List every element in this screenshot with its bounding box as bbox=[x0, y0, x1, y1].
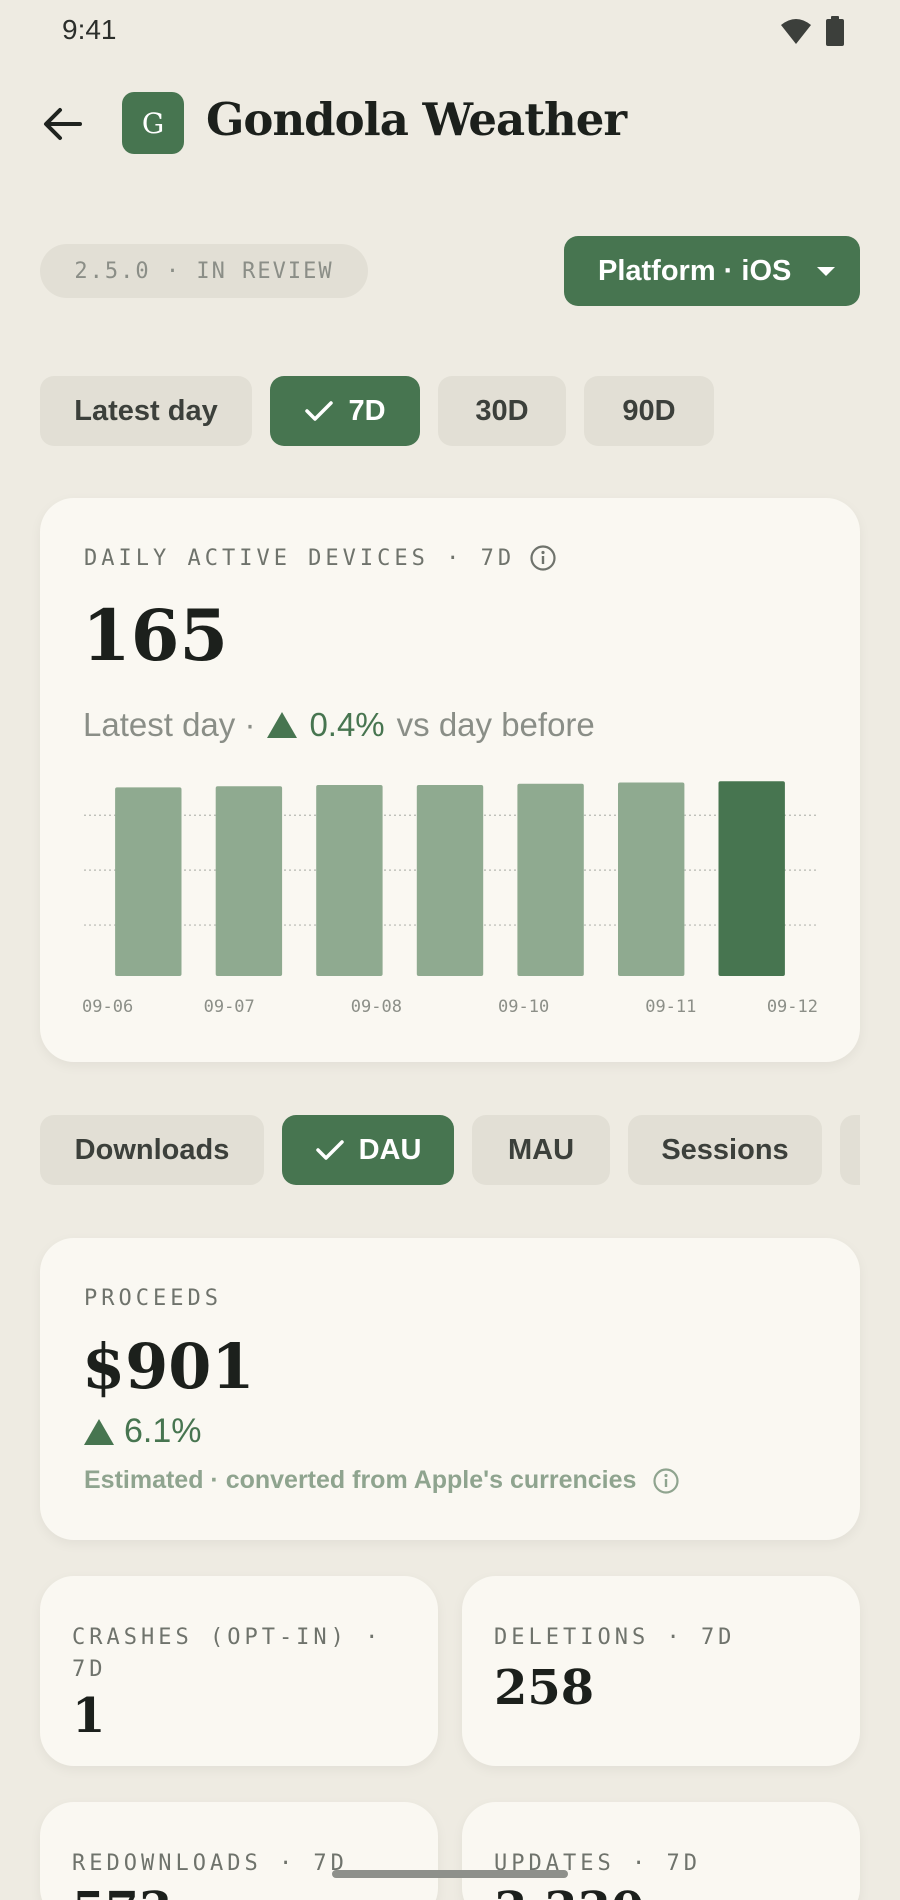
version-status-badge: 2.5.0 · IN REVIEW bbox=[40, 244, 368, 298]
check-icon bbox=[315, 1140, 344, 1160]
chart-bar-4[interactable] bbox=[517, 783, 584, 976]
metric-chip-mau[interactable]: MAU bbox=[472, 1115, 610, 1185]
metric-chip-more[interactable] bbox=[840, 1115, 860, 1185]
metric-chip-label: Downloads bbox=[74, 1133, 230, 1166]
card-overline: CRASHES (OPT-IN) · 7D bbox=[72, 1625, 383, 1682]
metric-chip-row[interactable]: Downloads DAU MAU Sessions bbox=[0, 1115, 860, 1185]
x-tick-label: 09-12 bbox=[767, 997, 818, 1017]
status-bar: 9:41 bbox=[0, 0, 900, 62]
crashes-value: 1 bbox=[72, 1688, 106, 1744]
check-icon bbox=[305, 401, 334, 421]
dau-delta: Latest day · 0.4% vs day before bbox=[83, 706, 595, 744]
proceeds-value: $901 bbox=[82, 1330, 255, 1403]
range-chip-30d[interactable]: 30D bbox=[438, 376, 566, 446]
x-tick-label: 09-06 bbox=[82, 997, 133, 1017]
range-chip-latest-day[interactable]: Latest day bbox=[40, 376, 252, 446]
battery-icon bbox=[826, 16, 844, 46]
range-chip-label: 30D bbox=[475, 394, 529, 427]
chart-bar-0[interactable] bbox=[115, 787, 182, 976]
delta-value: 0.4% bbox=[309, 706, 385, 743]
updates-value: 3,330 bbox=[494, 1882, 644, 1900]
dau-bar-chart: 09-06 09-07 09-08 09-10 09-11 09-12 bbox=[82, 781, 818, 1017]
updates-card: UPDATES · 7D 3,330 bbox=[462, 1802, 860, 1900]
app-header: G Gondola Weather bbox=[0, 88, 900, 158]
x-tick-label: 09-07 bbox=[204, 997, 255, 1017]
delta-prefix: Latest day · bbox=[83, 706, 256, 743]
redownloads-value: 573 bbox=[72, 1882, 172, 1900]
chart-bar-2[interactable] bbox=[316, 785, 383, 976]
redownloads-card: REDOWNLOADS · 7D 573 bbox=[40, 1802, 438, 1900]
app-title: Gondola Weather bbox=[206, 93, 627, 146]
range-chip-label: 7D bbox=[348, 394, 386, 427]
info-icon[interactable] bbox=[529, 544, 557, 572]
dau-value: 165 bbox=[82, 594, 229, 677]
x-tick-label: 09-08 bbox=[351, 997, 402, 1017]
x-tick-label: 09-10 bbox=[498, 997, 549, 1017]
metric-chip-sessions[interactable]: Sessions bbox=[628, 1115, 822, 1185]
home-indicator bbox=[332, 1870, 568, 1878]
x-tick-label: 09-11 bbox=[645, 997, 696, 1017]
metric-chip-downloads[interactable]: Downloads bbox=[40, 1115, 264, 1185]
dau-chart-card: DAILY ACTIVE DEVICES · 7D 165 Latest day… bbox=[40, 498, 860, 1062]
proceeds-note-text: Estimated · converted from Apple's curre… bbox=[84, 1466, 637, 1494]
status-time: 9:41 bbox=[62, 14, 117, 45]
card-overline: DELETIONS · 7D bbox=[494, 1625, 736, 1650]
metric-chip-label: DAU bbox=[358, 1133, 422, 1166]
card-overline-text: DAILY ACTIVE DEVICES · 7D bbox=[84, 545, 516, 571]
card-overline: PROCEEDS bbox=[84, 1286, 222, 1311]
chart-bar-5[interactable] bbox=[618, 782, 685, 977]
range-chip-7d[interactable]: 7D bbox=[270, 376, 420, 446]
range-chip-90d[interactable]: 90D bbox=[584, 376, 714, 446]
proceeds-note: Estimated · converted from Apple's curre… bbox=[84, 1466, 680, 1495]
delta-suffix: vs day before bbox=[396, 706, 595, 743]
metric-chip-label: MAU bbox=[507, 1133, 575, 1166]
trend-up-icon bbox=[267, 712, 298, 738]
metric-chip-dau[interactable]: DAU bbox=[282, 1115, 454, 1185]
proceeds-delta: 6.1% bbox=[84, 1412, 202, 1451]
deletions-value: 258 bbox=[494, 1660, 595, 1716]
app-icon: G bbox=[122, 92, 184, 154]
range-chip-label: 90D bbox=[622, 394, 676, 427]
chart-bar-3[interactable] bbox=[416, 785, 484, 976]
metric-chip-label: Sessions bbox=[661, 1133, 789, 1166]
back-button[interactable] bbox=[36, 100, 88, 148]
delta-value: 6.1% bbox=[124, 1412, 202, 1450]
crashes-card: CRASHES (OPT-IN) · 7D 1 bbox=[40, 1576, 438, 1766]
proceeds-card: PROCEEDS $901 6.1% Estimated · converted… bbox=[40, 1238, 860, 1540]
arrow-left-icon bbox=[44, 108, 82, 140]
trend-up-icon bbox=[84, 1418, 114, 1445]
status-icons bbox=[780, 16, 844, 46]
chart-bar-1[interactable] bbox=[215, 786, 283, 976]
range-chip-label: Latest day bbox=[74, 394, 218, 427]
card-overline: DAILY ACTIVE DEVICES · 7D bbox=[84, 544, 557, 572]
info-icon[interactable] bbox=[652, 1467, 680, 1495]
chart-bar-6[interactable] bbox=[718, 781, 785, 976]
platform-label: Platform · iOS bbox=[598, 254, 792, 287]
deletions-card: DELETIONS · 7D 258 bbox=[462, 1576, 860, 1766]
chevron-down-icon bbox=[817, 266, 836, 276]
wifi-icon bbox=[781, 19, 811, 44]
platform-dropdown[interactable]: Platform · iOS bbox=[564, 236, 860, 306]
